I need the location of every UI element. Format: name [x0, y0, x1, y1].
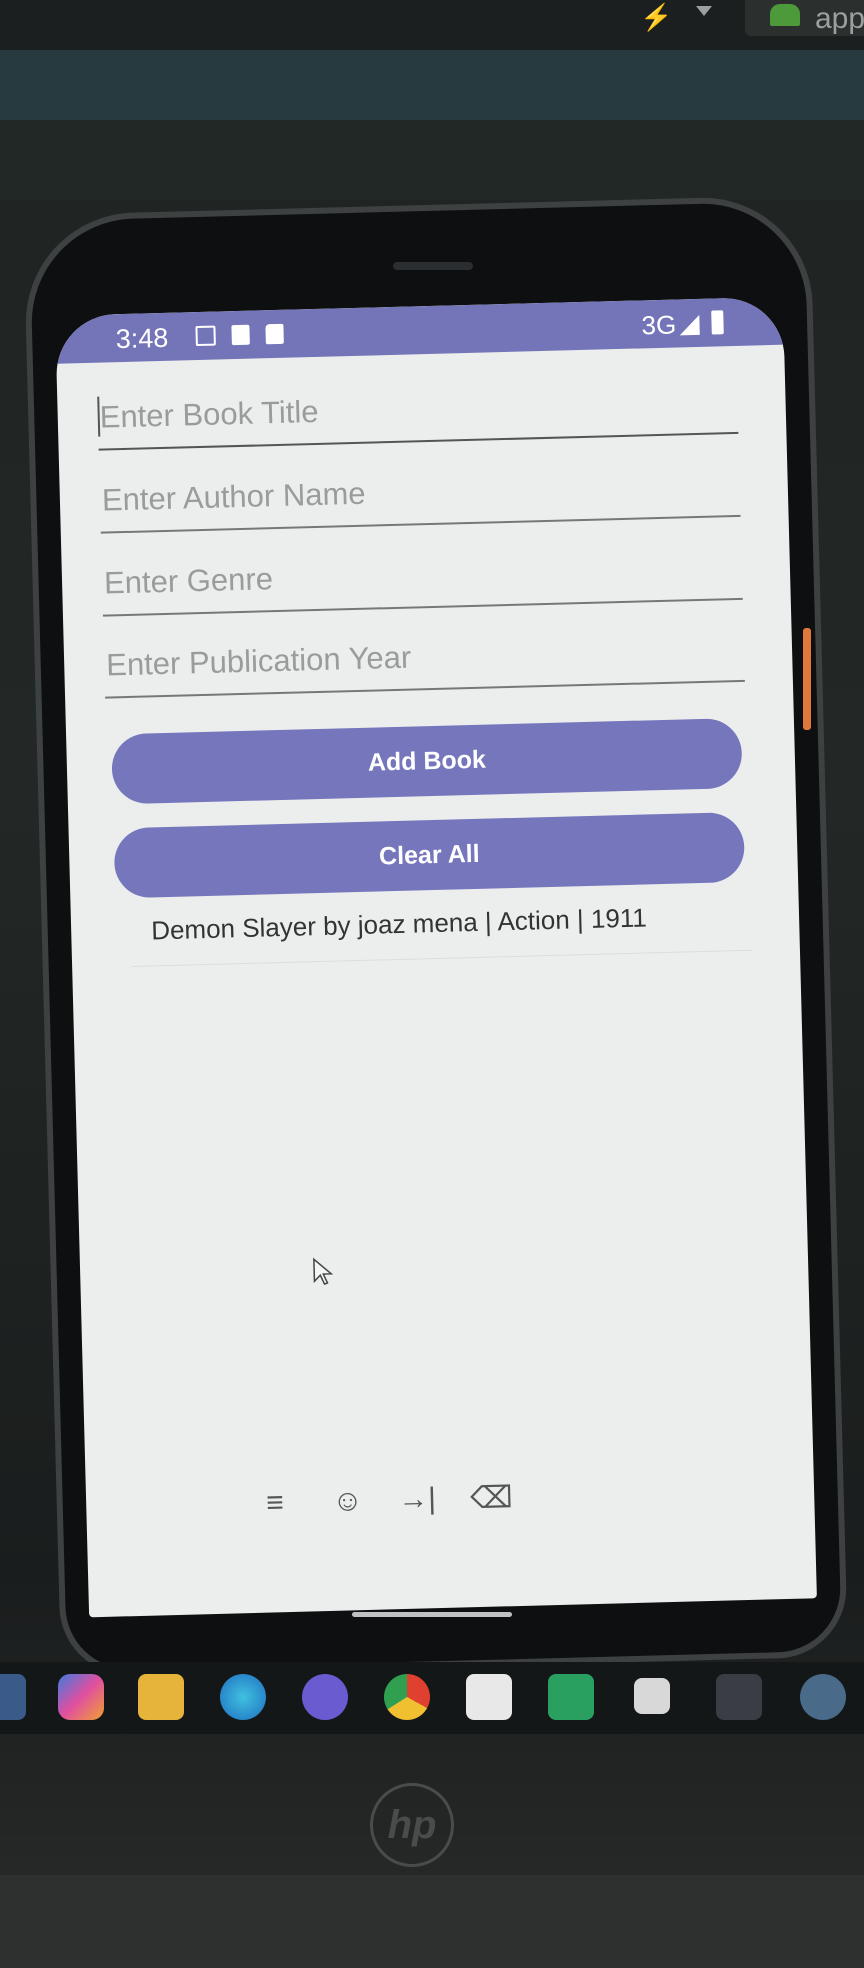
- signal-icon: [679, 314, 700, 336]
- book-list-item[interactable]: Demon Slayer by joaz mena | Action | 191…: [151, 902, 647, 946]
- emoji-icon[interactable]: ☺: [332, 1484, 364, 1519]
- status-time: 3:48: [115, 322, 169, 355]
- publication-year-input[interactable]: [103, 623, 745, 691]
- battery-icon: [711, 310, 724, 335]
- mouse-pointer-icon: [313, 1257, 334, 1285]
- laptop-bezel: [0, 1875, 864, 1968]
- list-divider: [132, 949, 752, 967]
- windows-icon[interactable]: [0, 1674, 26, 1720]
- phone-screen: 3:48 3G Add Book Clear All Demon Slayer …: [55, 296, 817, 1618]
- chrome-icon[interactable]: [384, 1674, 430, 1720]
- desktop-toolbar-band: [0, 120, 864, 200]
- android-studio-icon[interactable]: [548, 1674, 594, 1720]
- clear-all-button[interactable]: Clear All: [113, 811, 746, 899]
- other-icon[interactable]: [800, 1674, 846, 1720]
- phone-side-button: [803, 628, 811, 730]
- acrobat-icon[interactable]: [466, 1674, 512, 1720]
- desktop-app-label: app: [815, 2, 864, 35]
- keyboard-toolbar: ≡ ☺ →| ⌫: [86, 1458, 816, 1557]
- desktop-band: [0, 50, 864, 120]
- book-title-field: [96, 367, 739, 451]
- tab-icon[interactable]: →|: [398, 1482, 437, 1517]
- capcut-icon[interactable]: [634, 1678, 670, 1714]
- copilot-icon[interactable]: [58, 1674, 104, 1720]
- chevron-down-icon: [696, 6, 712, 16]
- hp-logo: hp: [370, 1783, 454, 1867]
- sd-card-icon: [265, 323, 284, 345]
- genre-field: [101, 533, 743, 617]
- year-field: [103, 615, 745, 699]
- viber-icon[interactable]: [302, 1674, 348, 1720]
- author-field: [99, 450, 741, 534]
- desktop-app-tab[interactable]: app: [745, 0, 864, 36]
- book-title-input[interactable]: [97, 375, 739, 443]
- network-icon: ⚡: [640, 2, 673, 32]
- sim-icon: [195, 325, 216, 347]
- desktop-top-bar: [0, 0, 864, 50]
- photo-background: ⚡ app 3:48 3G Add Book: [0, 0, 864, 1968]
- menu-icon[interactable]: ≡: [266, 1486, 284, 1520]
- backspace-icon[interactable]: ⌫: [470, 1480, 513, 1516]
- edge-icon[interactable]: [220, 1674, 266, 1720]
- genre-input[interactable]: [101, 541, 743, 609]
- phone-speaker: [393, 262, 473, 270]
- network-type: 3G: [641, 309, 677, 341]
- add-book-button[interactable]: Add Book: [111, 717, 743, 805]
- notification-icon: [231, 324, 250, 346]
- android-icon: [770, 4, 800, 26]
- author-name-input[interactable]: [99, 458, 741, 526]
- file-explorer-icon[interactable]: [138, 1674, 184, 1720]
- gesture-bar[interactable]: [352, 1612, 512, 1617]
- notepad-icon[interactable]: [716, 1674, 762, 1720]
- windows-taskbar: [0, 1662, 864, 1734]
